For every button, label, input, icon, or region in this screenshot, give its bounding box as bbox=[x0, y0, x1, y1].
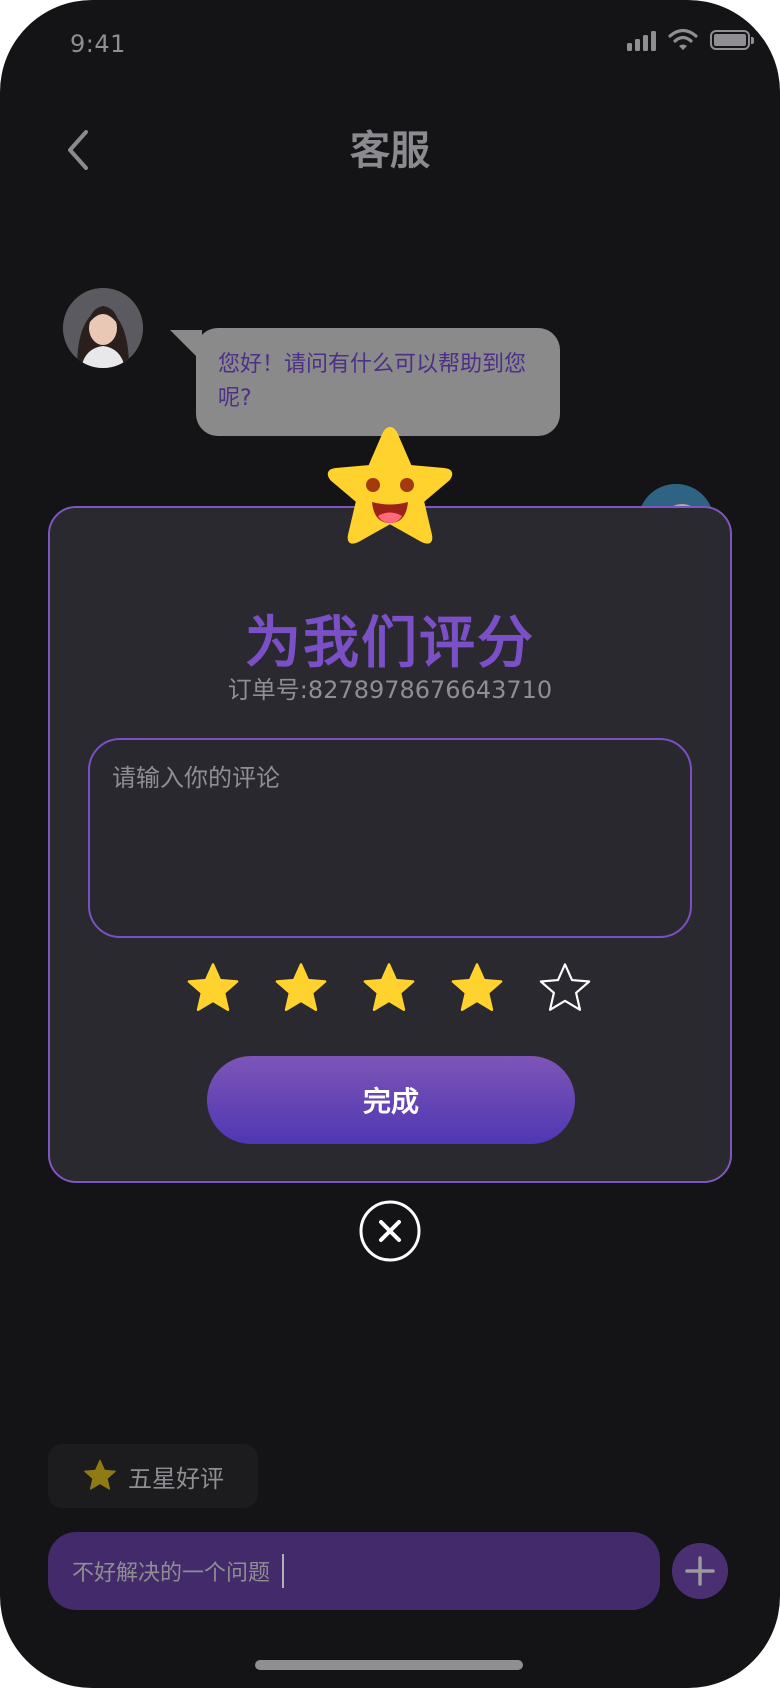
star-mascot-icon bbox=[327, 427, 453, 544]
text-caret bbox=[282, 1554, 285, 1588]
star-filled-icon[interactable] bbox=[272, 960, 330, 1018]
plus-button[interactable] bbox=[672, 1543, 728, 1599]
quick-reply-chip[interactable]: 五星好评 bbox=[48, 1444, 258, 1508]
close-modal-button[interactable] bbox=[358, 1199, 422, 1263]
status-time: 9:41 bbox=[70, 30, 126, 58]
agent-avatar bbox=[63, 288, 143, 368]
page-title: 客服 bbox=[350, 128, 430, 174]
agent-message-bubble: 您好！请问有什么可以帮助到您呢? bbox=[196, 328, 560, 436]
battery-icon bbox=[710, 30, 754, 50]
phone-screen: 9:41 客服 您好！请问有什么可以帮助到您呢? 为我们评分 订单号:82789… bbox=[0, 0, 780, 1688]
star-filled-icon[interactable] bbox=[448, 960, 506, 1018]
rating-modal: 为我们评分 订单号:8278978676643710 完成 bbox=[48, 506, 732, 1183]
star-rating[interactable] bbox=[184, 960, 594, 1018]
comment-input[interactable] bbox=[88, 738, 692, 938]
message-input-text: 不好解决的一个问题 bbox=[72, 1561, 271, 1586]
star-filled-icon[interactable] bbox=[184, 960, 242, 1018]
star-filled-icon[interactable] bbox=[360, 960, 418, 1018]
home-indicator bbox=[255, 1660, 523, 1670]
message-input[interactable]: 不好解决的一个问题 bbox=[48, 1532, 660, 1610]
order-number: 订单号:8278978676643710 bbox=[227, 676, 553, 704]
quick-reply-label: 五星好评 bbox=[128, 1464, 224, 1493]
modal-title: 为我们评分 bbox=[245, 611, 535, 676]
star-icon bbox=[84, 1459, 116, 1490]
wifi-icon bbox=[668, 28, 698, 50]
status-icons bbox=[627, 28, 754, 52]
signal-icon bbox=[627, 29, 656, 51]
done-button[interactable]: 完成 bbox=[207, 1056, 575, 1144]
star-empty-icon[interactable] bbox=[536, 960, 594, 1018]
